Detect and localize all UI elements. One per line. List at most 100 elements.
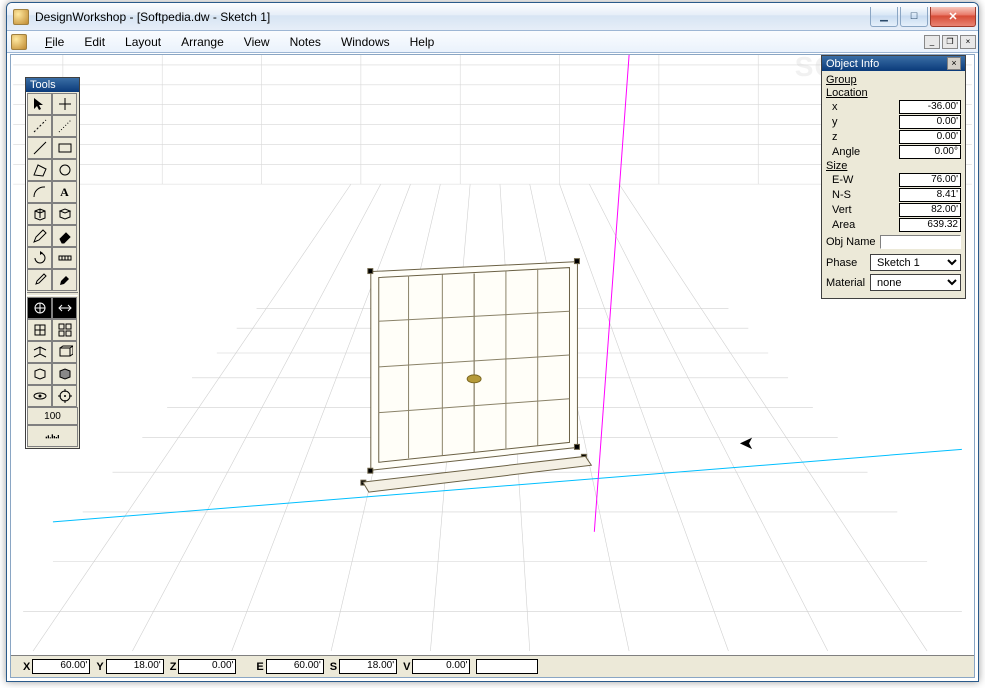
eyedropper-tool[interactable] xyxy=(27,269,52,291)
object-info-panel[interactable]: Object Info × Group Location x -36.00' y 0… xyxy=(821,55,966,299)
object-info-close-button[interactable]: × xyxy=(947,57,961,70)
cursor-icon: ➤ xyxy=(739,433,754,454)
poly-tool[interactable] xyxy=(27,159,52,181)
mdi-close-button[interactable]: × xyxy=(960,35,976,49)
maximize-button[interactable] xyxy=(900,7,928,27)
view-shade-tool[interactable] xyxy=(52,363,77,385)
oi-x-label: x xyxy=(826,101,870,113)
oi-angle-value[interactable]: 0.00° xyxy=(899,145,961,159)
oi-phase-label: Phase xyxy=(826,257,870,269)
oi-y-label: y xyxy=(826,116,870,128)
paint-tool[interactable] xyxy=(52,269,77,291)
oi-material-label: Material xyxy=(826,277,870,289)
view-grid-tool[interactable] xyxy=(52,319,77,341)
oi-vert-label: Vert xyxy=(826,204,870,216)
status-s-label: S xyxy=(330,661,337,673)
status-e-value[interactable]: 60.00' xyxy=(266,659,324,674)
close-button[interactable] xyxy=(930,7,976,27)
oi-angle-label: Angle xyxy=(826,146,870,158)
oi-location-label: Location xyxy=(826,87,961,99)
view-wire-tool[interactable] xyxy=(27,363,52,385)
menu-bar: File Edit Layout Arrange View Notes Wind… xyxy=(7,31,978,53)
status-v-label: V xyxy=(403,661,410,673)
rect-tool[interactable] xyxy=(52,137,77,159)
oi-area-label: Area xyxy=(826,219,870,231)
oi-area-value[interactable]: 639.32 xyxy=(899,218,961,232)
oi-z-label: z xyxy=(826,131,870,143)
object-info-title-label: Object Info xyxy=(826,58,879,70)
opacity-value[interactable]: 100 xyxy=(27,407,78,425)
oi-ew-label: E-W xyxy=(826,174,870,186)
text-tool[interactable]: A xyxy=(52,181,77,203)
menu-arrange[interactable]: Arrange xyxy=(171,33,234,51)
view-iso-1-tool[interactable] xyxy=(27,341,52,363)
tools-panel[interactable]: Tools A xyxy=(25,77,80,449)
mdi-restore-button[interactable]: ❐ xyxy=(942,35,958,49)
oi-ew-value[interactable]: 76.00' xyxy=(899,173,961,187)
status-z-value[interactable]: 0.00' xyxy=(178,659,236,674)
nav-1-tool[interactable] xyxy=(27,297,52,319)
target-tool[interactable] xyxy=(52,385,77,407)
object-info-title[interactable]: Object Info × xyxy=(822,56,965,71)
axis-y xyxy=(594,55,629,532)
status-x-value[interactable]: 60.00' xyxy=(32,659,90,674)
status-y-value[interactable]: 18.00' xyxy=(106,659,164,674)
oi-vert-value[interactable]: 82.00' xyxy=(899,203,961,217)
rotate-tool[interactable] xyxy=(27,247,52,269)
status-s-value[interactable]: 18.00' xyxy=(339,659,397,674)
pencil-tool[interactable] xyxy=(27,225,52,247)
menu-file[interactable]: File xyxy=(35,33,74,51)
menu-windows[interactable]: Windows xyxy=(331,33,400,51)
oi-z-value[interactable]: 0.00' xyxy=(899,130,961,144)
menu-help[interactable]: Help xyxy=(400,33,445,51)
status-bar: X60.00' Y18.00' Z0.00' E60.00' S18.00' V… xyxy=(11,655,974,677)
oi-material-select[interactable]: none xyxy=(870,274,961,291)
status-extra-field[interactable] xyxy=(476,659,538,674)
menu-edit[interactable]: Edit xyxy=(74,33,115,51)
eye-tool[interactable] xyxy=(27,385,52,407)
title-bar[interactable]: DesignWorkshop - [Softpedia.dw - Sketch … xyxy=(7,3,978,31)
view-top-tool[interactable] xyxy=(27,319,52,341)
menu-notes[interactable]: Notes xyxy=(280,33,331,51)
oi-group-label: Group xyxy=(826,74,961,86)
status-x-label: X xyxy=(23,661,30,673)
measure-tool[interactable] xyxy=(52,247,77,269)
oi-x-value[interactable]: -36.00' xyxy=(899,100,961,114)
doc-icon[interactable] xyxy=(11,34,27,50)
menu-layout[interactable]: Layout xyxy=(115,33,171,51)
oi-ns-value[interactable]: 8.41' xyxy=(899,188,961,202)
oi-y-value[interactable]: 0.00' xyxy=(899,115,961,129)
mdi-minimize-button[interactable]: _ xyxy=(924,35,940,49)
status-e-label: E xyxy=(256,661,263,673)
eraser-tool[interactable] xyxy=(52,225,77,247)
oi-phase-select[interactable]: Sketch 1 xyxy=(870,254,961,271)
tools-title[interactable]: Tools xyxy=(26,78,79,92)
app-icon xyxy=(13,9,29,25)
arc-tool[interactable] xyxy=(27,181,52,203)
view-iso-2-tool[interactable] xyxy=(52,341,77,363)
menu-file-label: ile xyxy=(52,35,64,49)
nav-2-tool[interactable] xyxy=(52,297,77,319)
axis-x xyxy=(53,449,962,522)
oi-objname-field[interactable] xyxy=(880,235,961,249)
minimize-button[interactable] xyxy=(870,7,898,27)
oi-size-label: Size xyxy=(826,160,961,172)
circle-tool[interactable] xyxy=(52,159,77,181)
model-object xyxy=(361,259,591,492)
oi-ns-label: N-S xyxy=(826,189,870,201)
cube-tool[interactable] xyxy=(27,203,52,225)
cylinder-tool[interactable] xyxy=(52,203,77,225)
line-tool[interactable] xyxy=(27,137,52,159)
arrow-tool[interactable] xyxy=(27,93,52,115)
application-window: DesignWorkshop - [Softpedia.dw - Sketch … xyxy=(6,2,979,682)
client-area: SOFTPEDIA xyxy=(10,54,975,678)
status-y-label: Y xyxy=(96,661,103,673)
crosshair-tool[interactable] xyxy=(52,93,77,115)
dashed-line-tool[interactable] xyxy=(27,115,52,137)
status-z-label: Z xyxy=(170,661,177,673)
histogram-tool[interactable] xyxy=(27,425,78,447)
status-v-value[interactable]: 0.00' xyxy=(412,659,470,674)
menu-view[interactable]: View xyxy=(234,33,280,51)
window-title: DesignWorkshop - [Softpedia.dw - Sketch … xyxy=(35,10,868,24)
dotted-line-tool[interactable] xyxy=(52,115,77,137)
